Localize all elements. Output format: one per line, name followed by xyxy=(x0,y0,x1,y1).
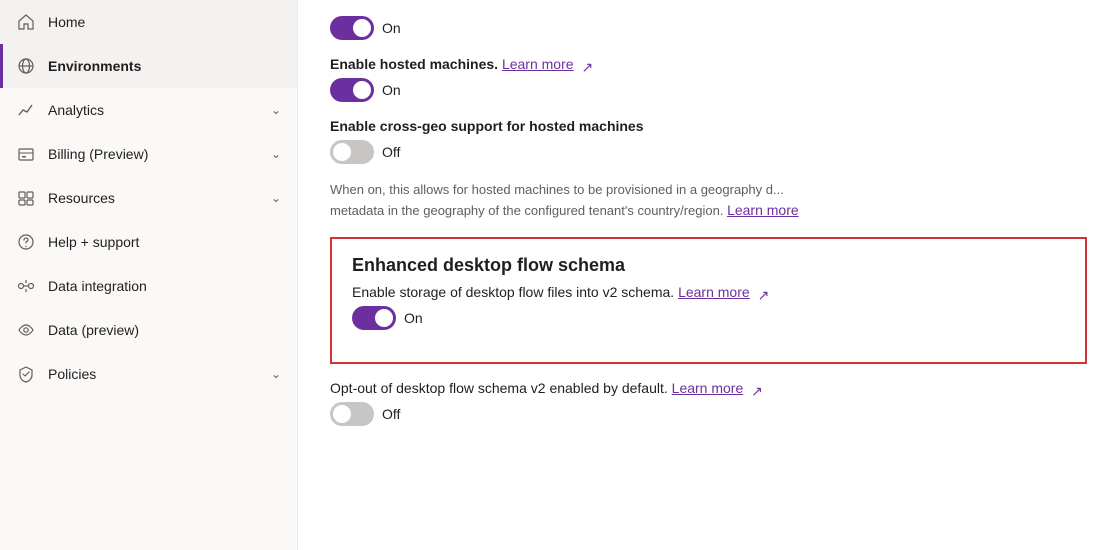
policies-icon xyxy=(16,364,36,384)
sidebar-item-home-label: Home xyxy=(48,14,281,30)
enhanced-desktop-flow-learn-more[interactable]: Learn more xyxy=(678,284,750,300)
sidebar-item-analytics[interactable]: Analytics ⌄ xyxy=(0,88,297,132)
sidebar-item-environments[interactable]: Environments xyxy=(0,44,297,88)
hosted-machines-label: Enable hosted machines. Learn more ↗ xyxy=(330,56,1087,72)
enhanced-desktop-flow-title: Enhanced desktop flow schema xyxy=(352,255,1065,276)
optout-learn-more[interactable]: Learn more xyxy=(672,380,744,396)
enhanced-desktop-flow-external-icon: ↗ xyxy=(758,287,770,299)
sidebar-item-data-preview[interactable]: Data (preview) xyxy=(0,308,297,352)
toggle-enhanced[interactable] xyxy=(352,306,396,330)
optout-setting: Opt-out of desktop flow schema v2 enable… xyxy=(330,380,1087,426)
toggle-cross-geo-status: Off xyxy=(382,144,400,160)
sidebar-item-data-preview-label: Data (preview) xyxy=(48,322,281,338)
toggle-row-1: On xyxy=(330,16,1087,40)
toggle-row-hosted: On xyxy=(330,78,1087,102)
sidebar-item-resources-label: Resources xyxy=(48,190,259,206)
hosted-machines-learn-more[interactable]: Learn more xyxy=(502,56,574,72)
enhanced-desktop-flow-section: Enhanced desktop flow schema Enable stor… xyxy=(330,237,1087,364)
cross-geo-learn-more[interactable]: Learn more xyxy=(727,202,799,218)
sidebar-item-billing[interactable]: Billing (Preview) ⌄ xyxy=(0,132,297,176)
chart-icon xyxy=(16,100,36,120)
cross-geo-description: When on, this allows for hosted machines… xyxy=(330,180,1087,221)
sidebar-item-home[interactable]: Home xyxy=(0,0,297,44)
optout-label: Opt-out of desktop flow schema v2 enable… xyxy=(330,380,1087,396)
sidebar: Home Environments Analytics ⌄ xyxy=(0,0,298,550)
globe-icon xyxy=(16,56,36,76)
sidebar-item-help-label: Help + support xyxy=(48,234,281,250)
analytics-chevron-icon: ⌄ xyxy=(271,103,281,117)
billing-chevron-icon: ⌄ xyxy=(271,147,281,161)
toggle-cross-geo[interactable] xyxy=(330,140,374,164)
home-icon xyxy=(16,12,36,32)
sidebar-item-policies-label: Policies xyxy=(48,366,259,382)
cross-geo-setting: Enable cross-geo support for hosted mach… xyxy=(330,118,1087,221)
toggle-1[interactable] xyxy=(330,16,374,40)
toggle-row-enhanced: On xyxy=(352,306,1065,330)
data-integration-icon xyxy=(16,276,36,296)
sidebar-item-data-integration[interactable]: Data integration xyxy=(0,264,297,308)
optout-external-icon: ↗ xyxy=(751,383,763,395)
data-preview-icon xyxy=(16,320,36,340)
policies-chevron-icon: ⌄ xyxy=(271,367,281,381)
toggle-1-status: On xyxy=(382,20,401,36)
help-icon xyxy=(16,232,36,252)
toggle-hosted-status: On xyxy=(382,82,401,98)
cross-geo-label: Enable cross-geo support for hosted mach… xyxy=(330,118,1087,134)
sidebar-item-environments-label: Environments xyxy=(48,58,281,74)
sidebar-item-analytics-label: Analytics xyxy=(48,102,259,118)
toggle-optout[interactable] xyxy=(330,402,374,426)
resources-icon xyxy=(16,188,36,208)
toggle-hosted[interactable] xyxy=(330,78,374,102)
toggle-optout-status: Off xyxy=(382,406,400,422)
hosted-machines-external-icon: ↗ xyxy=(581,59,593,71)
toggle-row-optout: Off xyxy=(330,402,1087,426)
hosted-machines-setting: Enable hosted machines. Learn more ↗ On xyxy=(330,56,1087,102)
sidebar-item-policies[interactable]: Policies ⌄ xyxy=(0,352,297,396)
enhanced-desktop-flow-label: Enable storage of desktop flow files int… xyxy=(352,284,1065,300)
main-content: On Enable hosted machines. Learn more ↗ … xyxy=(298,0,1119,550)
sidebar-item-billing-label: Billing (Preview) xyxy=(48,146,259,162)
sidebar-item-resources[interactable]: Resources ⌄ xyxy=(0,176,297,220)
billing-icon xyxy=(16,144,36,164)
sidebar-item-help[interactable]: Help + support xyxy=(0,220,297,264)
toggle-row-cross-geo: Off xyxy=(330,140,1087,164)
toggle-enhanced-status: On xyxy=(404,310,423,326)
resources-chevron-icon: ⌄ xyxy=(271,191,281,205)
sidebar-item-data-integration-label: Data integration xyxy=(48,278,281,294)
